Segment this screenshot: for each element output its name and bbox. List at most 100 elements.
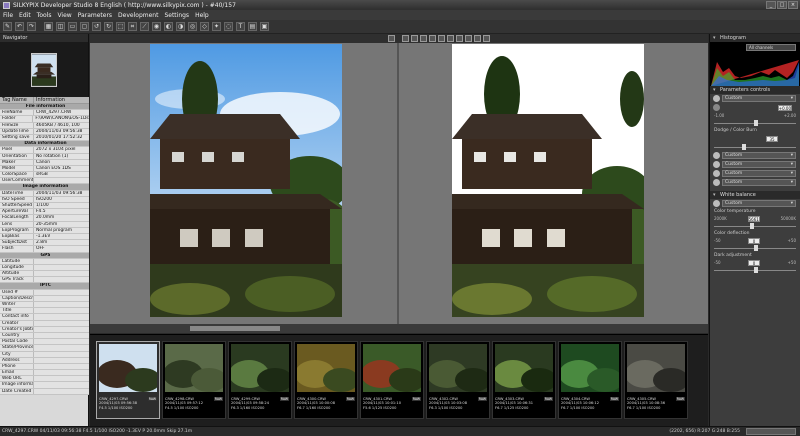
col-tag-name[interactable]: Tag Name [0,97,34,103]
dark-adj-row: -50 0 +50 [710,259,800,266]
contrast-preset-select[interactable]: Custom [722,161,796,168]
params-header[interactable]: Parameters controls [710,86,800,94]
dodge-slider[interactable] [714,143,796,151]
fit-pane-icon[interactable] [402,35,409,42]
filmstrip-thumb[interactable]: CRW_4303.CRW 2004/11/03 10:06:31 F6.7 1/12… [492,341,556,419]
grid-pane-icon[interactable] [429,35,436,42]
tone-preset-select[interactable]: Custom [722,152,796,159]
color-def-value[interactable]: 0 [748,237,761,244]
info-value: 2010/01/20 17:52:32 [36,134,83,140]
color-temp-knob[interactable] [750,223,754,229]
color-temp-value[interactable]: 5661 [747,215,760,222]
dark-adj-slider[interactable] [714,266,796,274]
filmstrip-thumb[interactable]: CRW_4299.CRW 2004/11/03 09:58:24 F6.3 1/16… [228,341,292,419]
lens-icon[interactable]: ◌ [224,22,233,31]
history-pane-icon[interactable] [483,35,490,42]
menu-parameters[interactable]: Parameters [78,12,112,19]
minimize-button[interactable]: _ [766,1,776,9]
menu-view[interactable]: View [57,12,71,19]
noise-icon[interactable]: ✦ [212,22,221,31]
pane-divider[interactable] [397,43,399,324]
info-row[interactable]: Date Created [0,388,89,395]
redo-icon[interactable]: ↷ [27,22,36,31]
undo-icon[interactable]: ↶ [15,22,24,31]
section-title: GPS [40,252,51,258]
info-value: F:\RAW\CANON\EOS-1Ds\ [35,116,89,122]
color-def-knob[interactable] [754,245,758,251]
spot-icon[interactable]: ◉ [152,22,161,31]
menu-development[interactable]: Development [118,12,158,19]
info-value: sRGB [36,172,48,178]
filmstrip-thumb[interactable]: CRW_4298.CRW 2004/11/03 09:57:12 F4.5 1/10… [162,341,226,419]
grid-icon[interactable]: ▦ [44,22,53,31]
filmstrip-thumb[interactable]: CRW_4305.CRW 2004/11/03 10:08:36 F6.7 1/10… [624,341,688,419]
wb-icon[interactable]: ◐ [164,22,173,31]
actual-size-icon[interactable] [420,35,427,42]
right-pane-controls [402,35,490,42]
color-preset-select[interactable]: Custom [722,170,796,177]
after-photo[interactable] [452,44,644,317]
dodge-value[interactable]: 35 [766,135,778,142]
dark-adj-knob[interactable] [754,267,758,273]
info-tag: Creator's Jobtit [2,326,34,332]
exposure-value[interactable]: +0.00 [777,104,792,111]
dark-adj-value[interactable]: 0 [748,259,761,266]
menu-settings[interactable]: Settings [164,12,189,19]
info-value [34,321,36,326]
straighten-icon[interactable]: ⟋ [140,22,149,31]
tone-icon[interactable]: ◑ [176,22,185,31]
compare-icon[interactable]: ▭ [68,22,77,31]
menu-tools[interactable]: Tools [37,12,52,19]
develop-icon[interactable]: ▣ [260,22,269,31]
exposure-preset-select[interactable]: Custom [722,95,796,102]
exposure-knob[interactable] [754,120,758,126]
color-def-slider[interactable] [714,244,796,252]
sharpness-preset-select[interactable]: Custom [722,179,796,186]
filmstrip-thumb[interactable]: CRW_4304.CRW 2004/11/03 10:06:12 F6.7 1/10… [558,341,622,419]
wb-header[interactable]: White balance [710,191,800,199]
pan-icon[interactable] [438,35,445,42]
info-tag: Latitude [0,258,34,264]
fit-icon[interactable]: ▢ [80,22,89,31]
close-pane-icon[interactable] [388,35,395,42]
crop-icon[interactable]: ⌗ [128,22,137,31]
wb-preset-select[interactable]: Custom [722,200,796,207]
filmstrip-thumb[interactable]: CRW_4297.CRW 2004/11/03 09:56:38 F4.5 1/10… [96,341,160,419]
crop-pane-icon[interactable] [447,35,454,42]
histogram-header[interactable]: Histogram [710,34,800,42]
stack-icon[interactable]: ▤ [248,22,257,31]
menu-file[interactable]: File [3,12,13,19]
maximize-button[interactable]: □ [777,1,787,9]
exposure-slider[interactable] [714,119,796,127]
dodge-knob[interactable] [742,144,746,150]
info-value [34,314,36,319]
contrast-icon [713,161,720,168]
rotate-right-icon[interactable]: ↻ [104,22,113,31]
viewer-scrollbar[interactable] [90,324,708,333]
before-photo[interactable] [150,44,342,317]
filmstrip-thumb[interactable]: CRW_4300.CRW 2004/11/03 10:00:08 F6.7 1/16… [294,341,358,419]
color-icon[interactable]: ◎ [188,22,197,31]
redo-pane-icon[interactable] [474,35,481,42]
text-icon[interactable]: T [236,22,245,31]
zoom-slider[interactable] [746,428,796,435]
select-icon[interactable]: ⬚ [116,22,125,31]
color-temp-slider[interactable] [714,222,796,230]
straighten-pane-icon[interactable] [456,35,463,42]
navigator-thumbnail[interactable] [0,42,88,97]
info-tag: Country [0,332,34,339]
col-information[interactable]: Information [34,97,65,103]
zoom-pane-icon[interactable] [411,35,418,42]
scroll-thumb[interactable] [190,326,280,331]
split-icon[interactable]: ◫ [56,22,65,31]
undo-pane-icon[interactable] [465,35,472,42]
pen-icon[interactable]: ✎ [3,22,12,31]
close-button[interactable]: × [788,1,798,9]
sharpen-icon[interactable]: ◇ [200,22,209,31]
image-viewer[interactable] [90,34,708,324]
menu-edit[interactable]: Edit [19,12,31,19]
filmstrip-thumb[interactable]: CRW_4301.CRW 2004/11/03 10:01:10 F5.6 1/12… [360,341,424,419]
menu-help[interactable]: Help [195,12,209,19]
filmstrip-thumb[interactable]: CRW_4302.CRW 2004/11/03 10:03:08 F6.3 1/10… [426,341,490,419]
rotate-left-icon[interactable]: ↺ [92,22,101,31]
